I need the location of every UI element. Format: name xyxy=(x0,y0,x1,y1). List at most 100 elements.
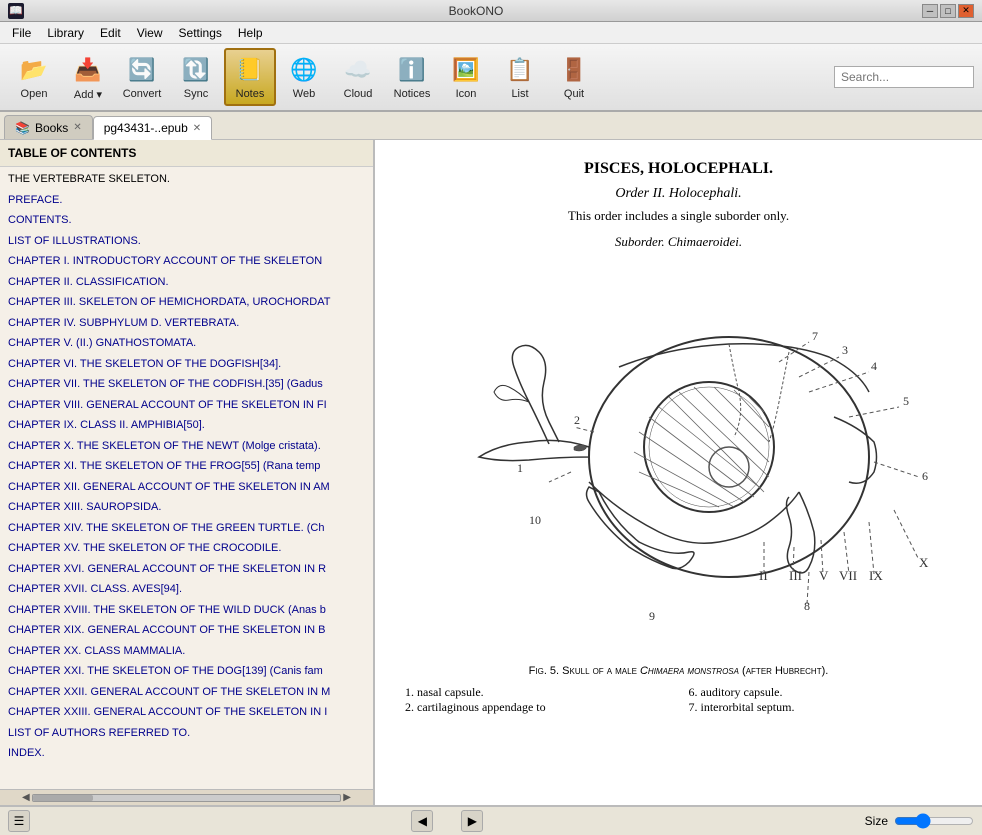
toc-item[interactable]: CHAPTER XIII. SAUROPSIDA. xyxy=(0,497,373,518)
toc-item[interactable]: CONTENTS. xyxy=(0,210,373,231)
toc-item[interactable]: CHAPTER X. THE SKELETON OF THE NEWT (Mol… xyxy=(0,436,373,457)
toc-item[interactable]: CHAPTER VIII. GENERAL ACCOUNT OF THE SKE… xyxy=(0,395,373,416)
toc-horizontal-scrollbar[interactable]: ◀ ▶ xyxy=(0,789,373,805)
toc-item[interactable]: CHAPTER I. INTRODUCTORY ACCOUNT OF THE S… xyxy=(0,251,373,272)
svg-text:6: 6 xyxy=(922,469,928,483)
toc-item[interactable]: CHAPTER XV. THE SKELETON OF THE CROCODIL… xyxy=(0,538,373,559)
size-slider[interactable] xyxy=(894,813,974,829)
toolbar-btn-sync[interactable]: 🔃Sync xyxy=(170,48,222,106)
toolbar-btn-label-sync: Sync xyxy=(184,88,208,100)
size-label: Size xyxy=(865,814,888,828)
prev-page-button[interactable]: ◀ xyxy=(411,810,433,832)
search-input[interactable] xyxy=(834,66,974,88)
svg-text:5: 5 xyxy=(903,394,909,408)
book-suborder: Suborder. Chimaeroidei. xyxy=(405,234,952,250)
toolbar-btn-label-notices: Notices xyxy=(394,88,431,100)
toc-item[interactable]: CHAPTER XX. CLASS MAMMALIA. xyxy=(0,641,373,662)
toc-item[interactable]: CHAPTER XII. GENERAL ACCOUNT OF THE SKEL… xyxy=(0,477,373,498)
tab-label-books: Books xyxy=(35,121,68,135)
toc-item[interactable]: CHAPTER XVI. GENERAL ACCOUNT OF THE SKEL… xyxy=(0,559,373,580)
minimize-button[interactable]: ─ xyxy=(922,4,938,18)
notes-col-left: 1. nasal capsule. 2. cartilaginous appen… xyxy=(405,685,669,715)
toc-item[interactable]: CHAPTER II. CLASSIFICATION. xyxy=(0,272,373,293)
toc-item[interactable]: INDEX. xyxy=(0,743,373,764)
menu-item-help[interactable]: Help xyxy=(230,24,271,42)
toc-header: TABLE OF CONTENTS xyxy=(0,140,373,167)
toc-item[interactable]: CHAPTER XXII. GENERAL ACCOUNT OF THE SKE… xyxy=(0,682,373,703)
toc-item[interactable]: LIST OF ILLUSTRATIONS. xyxy=(0,231,373,252)
toolbar-btn-add[interactable]: 📥 Add ▾ xyxy=(62,48,114,106)
toc-item[interactable]: CHAPTER XXIII. GENERAL ACCOUNT OF THE SK… xyxy=(0,702,373,723)
toc-list[interactable]: THE VERTEBRATE SKELETON.PREFACE.CONTENTS… xyxy=(0,167,373,789)
note-2: 2. cartilaginous appendage to xyxy=(405,700,669,715)
toolbar-btn-notes[interactable]: 📒Notes xyxy=(224,48,276,106)
toolbar-btn-icon[interactable]: 🖼️ Icon xyxy=(440,48,492,106)
maximize-button[interactable]: □ xyxy=(940,4,956,18)
content-scroll[interactable]: PISCES, HOLOCEPHALI. Order II. Holocepha… xyxy=(375,140,982,805)
toc-item[interactable]: CHAPTER XVIII. THE SKELETON OF THE WILD … xyxy=(0,600,373,621)
toolbar-btn-convert[interactable]: 🔄Convert xyxy=(116,48,168,106)
toolbar-btn-label-notes: Notes xyxy=(236,88,265,100)
toolbar-btn-label-quit: Quit xyxy=(564,88,584,100)
scroll-track[interactable] xyxy=(32,794,342,802)
tab-books[interactable]: 📚 Books ✕ xyxy=(4,115,93,139)
app-title: BookONO xyxy=(30,4,922,18)
toolbar-btn-cloud[interactable]: ☁️Cloud xyxy=(332,48,384,106)
menu-item-file[interactable]: File xyxy=(4,24,39,42)
toolbar-btn-quit[interactable]: 🚪Quit xyxy=(548,48,600,106)
svg-text:III: III xyxy=(789,568,802,583)
notes-col-right: 6. auditory capsule. 7. interorbital sep… xyxy=(689,685,953,715)
toc-item[interactable]: CHAPTER XXI. THE SKELETON OF THE DOG[139… xyxy=(0,661,373,682)
toolbar-btn-notices[interactable]: ℹ️ Notices xyxy=(386,48,438,106)
book-order-text: This order includes a single suborder on… xyxy=(405,208,952,224)
scroll-thumb[interactable] xyxy=(33,795,93,801)
tab-close-books[interactable]: ✕ xyxy=(73,122,81,133)
toc-item[interactable]: CHAPTER XIV. THE SKELETON OF THE GREEN T… xyxy=(0,518,373,539)
toc-item[interactable]: PREFACE. xyxy=(0,190,373,211)
toolbar-btn-list[interactable]: 📋List xyxy=(494,48,546,106)
toc-item[interactable]: CHAPTER VI. THE SKELETON OF THE DOGFISH[… xyxy=(0,354,373,375)
close-button[interactable]: ✕ xyxy=(958,4,974,18)
tab-pg43431[interactable]: pg43431-..epub✕ xyxy=(93,116,212,140)
toolbar-btn-web[interactable]: 🌐Web xyxy=(278,48,330,106)
notices-icon: ℹ️ xyxy=(396,54,428,86)
toc-item[interactable]: LIST OF AUTHORS REFERRED TO. xyxy=(0,723,373,744)
toc-item[interactable]: CHAPTER V. (II.) GNATHOSTOMATA. xyxy=(0,333,373,354)
next-page-button[interactable]: ▶ xyxy=(461,810,483,832)
tab-close-pg43431[interactable]: ✕ xyxy=(193,123,201,134)
toolbar-btn-label-convert: Convert xyxy=(123,88,162,100)
icon-icon: 🖼️ xyxy=(450,54,482,86)
toc-item[interactable]: CHAPTER XIX. GENERAL ACCOUNT OF THE SKEL… xyxy=(0,620,373,641)
menu-item-settings[interactable]: Settings xyxy=(171,24,230,42)
svg-text:7: 7 xyxy=(812,329,818,343)
add-icon: 📥 xyxy=(72,54,104,86)
web-icon: 🌐 xyxy=(288,54,320,86)
toolbar-btn-label-list: List xyxy=(511,88,528,100)
notes-section: 1. nasal capsule. 2. cartilaginous appen… xyxy=(405,685,952,715)
toc-item[interactable]: CHAPTER III. SKELETON OF HEMICHORDATA, U… xyxy=(0,292,373,313)
toolbar-btn-label-open: Open xyxy=(21,88,48,100)
book-icon: 📚 xyxy=(15,121,30,135)
toolbar-btn-open[interactable]: 📂 Open xyxy=(8,48,60,106)
svg-text:1: 1 xyxy=(517,461,523,475)
toc-item[interactable]: CHAPTER XVII. CLASS. AVES[94]. xyxy=(0,579,373,600)
menu-item-view[interactable]: View xyxy=(129,24,171,42)
fish-skull-illustration: II III V VII IX X 1 2 3 4 5 6 7 xyxy=(419,262,939,652)
svg-text:X: X xyxy=(919,555,929,570)
toc-item[interactable]: CHAPTER IV. SUBPHYLUM D. VERTEBRATA. xyxy=(0,313,373,334)
app-icon: 📖 xyxy=(8,3,24,19)
toc-item[interactable]: CHAPTER VII. THE SKELETON OF THE CODFISH… xyxy=(0,374,373,395)
toolbar-btn-label-add: Add ▾ xyxy=(74,88,102,101)
scroll-left-arrow[interactable]: ◀ xyxy=(20,792,32,803)
menu-item-library[interactable]: Library xyxy=(39,24,92,42)
search-bar xyxy=(834,66,974,88)
toolbar-btn-label-icon: Icon xyxy=(456,88,477,100)
open-icon: 📂 xyxy=(18,54,50,86)
toc-toggle-button[interactable]: ☰ xyxy=(8,810,30,832)
toc-item[interactable]: CHAPTER IX. CLASS II. AMPHIBIA[50]. xyxy=(0,415,373,436)
scroll-right-arrow[interactable]: ▶ xyxy=(341,792,353,803)
menu-item-edit[interactable]: Edit xyxy=(92,24,129,42)
svg-text:9: 9 xyxy=(649,609,655,623)
toc-item[interactable]: CHAPTER XI. THE SKELETON OF THE FROG[55]… xyxy=(0,456,373,477)
content-panel: PISCES, HOLOCEPHALI. Order II. Holocepha… xyxy=(375,140,982,805)
